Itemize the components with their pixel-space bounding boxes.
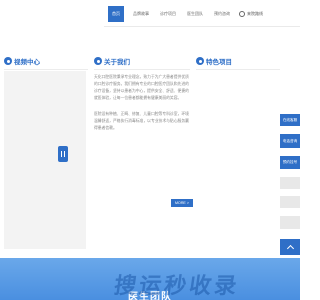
nav-item-doctors[interactable]: 医生团队 (187, 6, 203, 22)
video-player[interactable] (4, 71, 86, 249)
side-widget-slot (280, 196, 300, 208)
nav-item-treatments[interactable]: 诊疗项目 (160, 6, 176, 22)
side-phone-button[interactable]: 电话咨询 (280, 134, 300, 148)
play-icon (61, 151, 65, 157)
nav-route-label: 来院路线 (247, 11, 263, 16)
projects-section-title: 特色项目 (206, 59, 232, 66)
play-button[interactable] (58, 146, 68, 162)
projects-section-icon (196, 57, 204, 65)
back-to-top-button[interactable] (280, 239, 300, 255)
about-heading-divider (94, 69, 190, 70)
search-icon (239, 11, 245, 17)
about-paragraph-1: 天化口腔医院秉承专业理念，致力于为广大患者提供优质的口腔诊疗服务。我们拥有专业的… (94, 75, 189, 100)
watermark: 搜运秒收录 (112, 273, 242, 298)
video-section-heading: 视频中心 (4, 55, 40, 67)
nav-item-appointment[interactable]: 预约咨询 (214, 6, 230, 22)
side-online-service-button[interactable]: 在线客服 (280, 114, 300, 126)
video-section-title: 视频中心 (14, 59, 40, 66)
nav-item-brand-story[interactable]: 品牌故事 (133, 6, 149, 22)
side-widget-slot (280, 216, 300, 229)
about-paragraph-2: 医院设有种植、正畸、修复、儿童口腔等专科诊室，环境温馨舒适，严格执行消毒标准，以… (94, 112, 189, 130)
projects-heading-divider (196, 69, 280, 70)
video-section-icon (4, 57, 12, 65)
nav-route-link[interactable]: 来院路线 (239, 6, 263, 22)
more-button[interactable]: MORE > (171, 199, 193, 207)
side-widget-slot (280, 177, 300, 189)
nav-divider (104, 26, 300, 27)
side-appointment-button[interactable]: 预约挂号 (280, 156, 300, 169)
nav-item-home[interactable]: 首页 (108, 6, 124, 22)
about-text: 天化口腔医院秉承专业理念，致力于为广大患者提供优质的口腔诊疗服务。我们拥有专业的… (94, 74, 192, 132)
about-section-icon (94, 57, 102, 65)
video-heading-divider (4, 69, 88, 70)
projects-section-heading: 特色项目 (196, 55, 232, 67)
about-section-heading: 关于我们 (94, 55, 130, 67)
about-section-title: 关于我们 (104, 59, 130, 66)
